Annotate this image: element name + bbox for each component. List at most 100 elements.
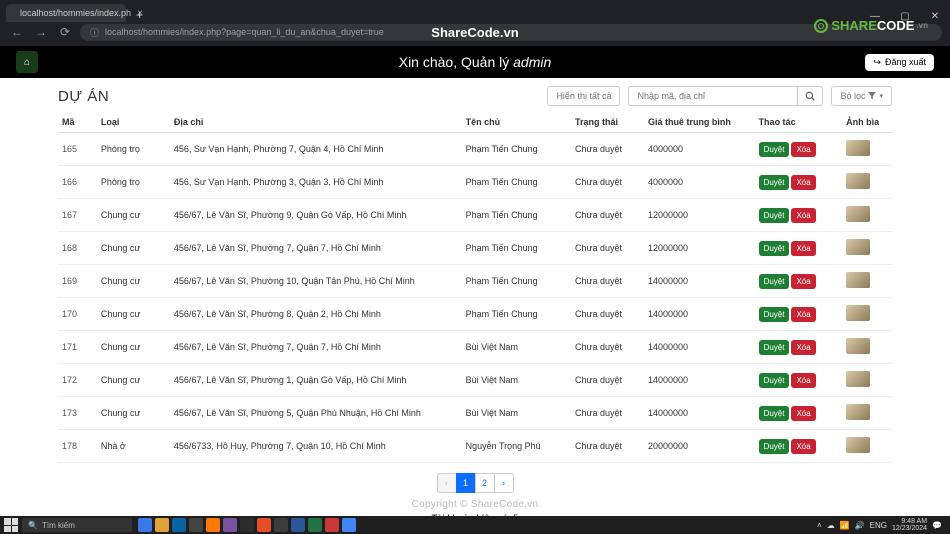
cell-status: Chưa duyệt — [571, 166, 644, 199]
cell-id: 165 — [58, 133, 97, 166]
taskbar-app[interactable] — [308, 518, 322, 532]
browser-tab[interactable]: localhost/hommies/index.ph × — [6, 4, 126, 22]
filter-button[interactable]: Bộ lọc ▾ — [831, 86, 892, 106]
thumbnail-image[interactable] — [846, 239, 870, 255]
delete-button[interactable]: Xóa — [791, 307, 815, 322]
address-bar[interactable]: ⓘ localhost/hommies/index.php?page=quan_… — [80, 24, 942, 41]
page-next[interactable]: › — [494, 473, 514, 493]
page-2[interactable]: 2 — [475, 473, 495, 493]
new-tab-button[interactable]: + — [130, 8, 149, 22]
cell-thumb — [842, 232, 892, 265]
approve-button[interactable]: Duyệt — [759, 373, 790, 388]
thumbnail-image[interactable] — [846, 338, 870, 354]
delete-button[interactable]: Xóa — [791, 142, 815, 157]
start-button[interactable] — [4, 518, 18, 532]
cell-thumb — [842, 199, 892, 232]
cell-id: 173 — [58, 397, 97, 430]
logout-button[interactable]: ↪ Đăng xuất — [865, 54, 934, 71]
cell-type: Phòng trọ — [97, 133, 170, 166]
cell-status: Chưa duyệt — [571, 331, 644, 364]
cell-type: Chung cư — [97, 199, 170, 232]
table-row: 166Phòng trọ456, Sư Vạn Hạnh, Phường 3, … — [58, 166, 892, 199]
thumbnail-image[interactable] — [846, 305, 870, 321]
cell-address: 456/67, Lê Văn Sĩ, Phường 7, Quận 7, Hồ … — [170, 331, 462, 364]
cell-address: 456/6733, Hồ Huy, Phường 7, Quận 10, Hồ … — [170, 430, 462, 463]
approve-button[interactable]: Duyệt — [759, 340, 790, 355]
taskbar-app[interactable] — [206, 518, 220, 532]
gear-icon — [814, 19, 828, 33]
table-row: 178Nhà ở456/6733, Hồ Huy, Phường 7, Quận… — [58, 430, 892, 463]
taskbar-app[interactable] — [138, 518, 152, 532]
taskbar-app[interactable] — [240, 518, 254, 532]
taskbar-app[interactable] — [223, 518, 237, 532]
approve-button[interactable]: Duyệt — [759, 241, 790, 256]
tray-cloud-icon[interactable]: ☁ — [827, 521, 835, 530]
cell-price: 12000000 — [644, 232, 755, 265]
thumbnail-image[interactable] — [846, 371, 870, 387]
tray-lang[interactable]: ENG — [870, 521, 887, 530]
cell-actions: DuyệtXóa — [755, 298, 843, 331]
thumbnail-image[interactable] — [846, 140, 870, 156]
taskbar-app[interactable] — [342, 518, 356, 532]
tray-volume-icon[interactable]: 🔊 — [855, 521, 865, 530]
show-all-button[interactable]: Hiển thị tất cả — [547, 86, 620, 106]
search-button[interactable] — [798, 86, 823, 106]
delete-button[interactable]: Xóa — [791, 406, 815, 421]
taskbar-clock[interactable]: 9:48 AM 12/23/2024 — [892, 518, 927, 532]
taskbar-app[interactable] — [291, 518, 305, 532]
tray-notifications-icon[interactable]: 💬 — [932, 521, 942, 530]
delete-button[interactable]: Xóa — [791, 241, 815, 256]
thumbnail-image[interactable] — [846, 404, 870, 420]
cell-actions: DuyệtXóa — [755, 133, 843, 166]
search-input[interactable] — [628, 86, 798, 106]
col-header: Thao tác — [755, 112, 843, 133]
cell-type: Phòng trọ — [97, 166, 170, 199]
approve-button[interactable]: Duyệt — [759, 274, 790, 289]
nav-back-icon[interactable]: ← — [8, 25, 26, 39]
delete-button[interactable]: Xóa — [791, 340, 815, 355]
thumbnail-image[interactable] — [846, 206, 870, 222]
delete-button[interactable]: Xóa — [791, 373, 815, 388]
approve-button[interactable]: Duyệt — [759, 208, 790, 223]
approve-button[interactable]: Duyệt — [759, 307, 790, 322]
taskbar-app[interactable] — [325, 518, 339, 532]
table-row: 173Chung cư456/67, Lê Văn Sĩ, Phường 5, … — [58, 397, 892, 430]
delete-button[interactable]: Xóa — [791, 274, 815, 289]
page-title: DỰ ÁN — [58, 88, 109, 105]
content: DỰ ÁN Hiển thị tất cả Bộ lọc ▾ MãLoạiĐịa… — [0, 78, 950, 516]
cell-thumb — [842, 331, 892, 364]
cell-status: Chưa duyệt — [571, 133, 644, 166]
table-row: 171Chung cư456/67, Lê Văn Sĩ, Phường 7, … — [58, 331, 892, 364]
cell-price: 14000000 — [644, 331, 755, 364]
nav-forward-icon[interactable]: → — [32, 25, 50, 39]
cell-address: 456, Sư Vạn Hạnh, Phường 3, Quận 3, Hồ C… — [170, 166, 462, 199]
approve-button[interactable]: Duyệt — [759, 142, 790, 157]
taskbar-app[interactable] — [274, 518, 288, 532]
taskbar-app[interactable] — [257, 518, 271, 532]
col-header: Trạng thái — [571, 112, 644, 133]
approve-button[interactable]: Duyệt — [759, 406, 790, 421]
taskbar-search[interactable]: 🔍 Tìm kiếm — [22, 518, 132, 532]
thumbnail-image[interactable] — [846, 437, 870, 453]
delete-button[interactable]: Xóa — [791, 175, 815, 190]
thumbnail-image[interactable] — [846, 173, 870, 189]
delete-button[interactable]: Xóa — [791, 439, 815, 454]
nav-reload-icon[interactable]: ⟳ — [56, 25, 74, 39]
thumbnail-image[interactable] — [846, 272, 870, 288]
delete-button[interactable]: Xóa — [791, 208, 815, 223]
cell-thumb — [842, 298, 892, 331]
cell-actions: DuyệtXóa — [755, 166, 843, 199]
chevron-down-icon: ▾ — [879, 92, 883, 100]
taskbar-app[interactable] — [189, 518, 203, 532]
approve-button[interactable]: Duyệt — [759, 175, 790, 190]
page-1[interactable]: 1 — [456, 473, 476, 493]
tray-wifi-icon[interactable]: 📶 — [840, 521, 850, 530]
approve-button[interactable]: Duyệt — [759, 439, 790, 454]
tray-chevron-icon[interactable]: ˄ — [817, 521, 822, 530]
brand-logo[interactable]: ⌂ — [16, 51, 38, 73]
cell-type: Chung cư — [97, 331, 170, 364]
cell-owner: Phạm Tiến Chung — [462, 265, 571, 298]
cell-status: Chưa duyệt — [571, 364, 644, 397]
taskbar-app[interactable] — [172, 518, 186, 532]
taskbar-app[interactable] — [155, 518, 169, 532]
